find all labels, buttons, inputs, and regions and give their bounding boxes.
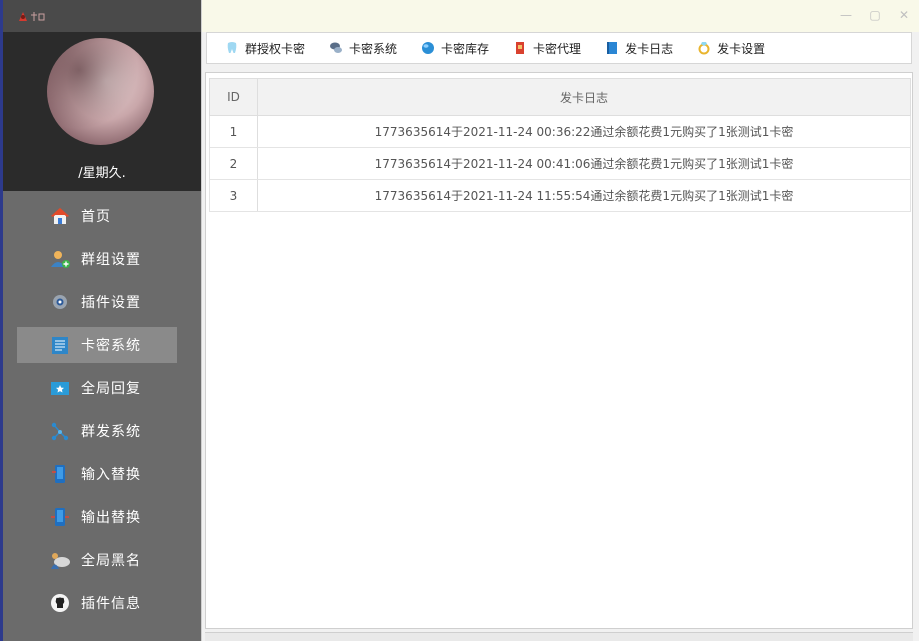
tab-card-stock[interactable]: 卡密库存 <box>415 33 495 63</box>
close-button[interactable]: ✕ <box>897 8 911 22</box>
globe-icon <box>421 41 435 55</box>
sidebar-item-global-reply[interactable]: 全局回复 <box>17 370 177 406</box>
table-header: ID 发卡日志 <box>209 78 911 116</box>
table-row[interactable]: 2 1773635614于2021-11-24 00:41:06通过余额花费1元… <box>209 148 911 180</box>
github-icon <box>49 592 71 614</box>
title-bar: — ▢ ✕ <box>202 0 919 32</box>
cloud-user-icon <box>49 549 71 571</box>
tab-label: 发卡日志 <box>625 41 674 56</box>
sidebar-item-label: 全局回复 <box>81 381 141 397</box>
ring-icon <box>697 41 711 55</box>
group-add-icon <box>49 248 71 270</box>
sidebar-item-group-settings[interactable]: 群组设置 <box>17 241 177 277</box>
tab-group-auth-card[interactable]: 群授权卡密 <box>219 33 311 63</box>
profile-card: /星期久. <box>3 32 201 191</box>
tab-card-log[interactable]: 发卡日志 <box>599 33 679 63</box>
red-card-icon <box>513 41 527 55</box>
sidebar-item-label: 插件信息 <box>81 596 141 612</box>
sidebar-item-plugin-settings[interactable]: 插件设置 <box>17 284 177 320</box>
sidebar-item-card-system[interactable]: 卡密系统 <box>17 327 177 363</box>
sidebar-item-home[interactable]: 首页 <box>17 198 177 234</box>
main-area: — ▢ ✕ 群授权卡密 卡密系统 卡密库存 卡密代理 发卡日志 发卡设置 ID … <box>201 0 919 641</box>
log-table: ID 发卡日志 1 1773635614于2021-11-24 00:36:22… <box>209 78 911 212</box>
sidebar-item-plugin-info[interactable]: 插件信息 <box>17 585 177 621</box>
tooth-icon <box>225 41 239 55</box>
minimize-button[interactable]: — <box>839 8 853 22</box>
share-nodes-icon <box>49 420 71 442</box>
cell-id: 2 <box>210 148 258 179</box>
sidebar-item-output-replace[interactable]: 输出替换 <box>17 499 177 535</box>
cell-log: 1773635614于2021-11-24 00:41:06通过余额花费1元购买… <box>374 157 794 171</box>
sidebar-item-input-replace[interactable]: 输入替换 <box>17 456 177 492</box>
avatar[interactable] <box>47 38 154 145</box>
log-panel: ID 发卡日志 1 1773635614于2021-11-24 00:36:22… <box>205 72 913 629</box>
sidebar-item-broadcast[interactable]: 群发系统 <box>17 413 177 449</box>
username: /星期久. <box>78 166 126 181</box>
cell-log: 1773635614于2021-11-24 11:55:54通过余额花费1元购买… <box>374 189 794 203</box>
sidebar-item-global-blacklist[interactable]: 全局黑名 <box>17 542 177 578</box>
tab-card-agent[interactable]: 卡密代理 <box>507 33 587 63</box>
phone-input-icon <box>49 463 71 485</box>
cell-log: 1773635614于2021-11-24 00:36:22通过余额花费1元购买… <box>374 125 794 139</box>
sidebar-item-label: 全局黑名 <box>81 553 141 569</box>
maximize-button[interactable]: ▢ <box>868 8 882 22</box>
column-header-id[interactable]: ID <box>210 79 258 115</box>
document-icon <box>49 334 71 356</box>
tab-label: 卡密系统 <box>349 41 398 56</box>
gear-icon <box>49 291 71 313</box>
sidebar-item-label: 插件设置 <box>81 295 141 311</box>
tab-label: 群授权卡密 <box>245 41 306 56</box>
sidebar-item-label: 卡密系统 <box>81 338 141 354</box>
sidebar-nav: 首页 群组设置 插件设置 卡密系统 全局回复 群发系统 输入替换 输出替换 全局… <box>17 198 177 628</box>
sidebar: /星期久. 首页 群组设置 插件设置 卡密系统 全局回复 群发系统 输入替换 输… <box>0 0 201 641</box>
sidebar-item-label: 首页 <box>81 209 111 225</box>
sidebar-item-label: 输入替换 <box>81 467 141 483</box>
blue-book-icon <box>605 41 619 55</box>
star-mail-icon <box>49 377 71 399</box>
home-icon <box>49 205 71 227</box>
sidebar-item-label: 群组设置 <box>81 252 141 268</box>
sidebar-header <box>3 0 201 32</box>
app-logo-icon <box>19 12 45 21</box>
sidebar-item-label: 输出替换 <box>81 510 141 526</box>
tab-label: 发卡设置 <box>717 41 766 56</box>
tab-label: 卡密代理 <box>533 41 582 56</box>
column-header-log[interactable]: 发卡日志 <box>258 79 910 115</box>
chat-bubbles-icon <box>329 41 343 55</box>
sidebar-item-label: 群发系统 <box>81 424 141 440</box>
table-row[interactable]: 3 1773635614于2021-11-24 11:55:54通过余额花费1元… <box>209 180 911 212</box>
tab-bar: 群授权卡密 卡密系统 卡密库存 卡密代理 发卡日志 发卡设置 <box>206 32 912 64</box>
cell-id: 3 <box>210 180 258 211</box>
tab-card-settings[interactable]: 发卡设置 <box>691 33 771 63</box>
phone-output-icon <box>49 506 71 528</box>
status-strip <box>205 632 913 641</box>
cell-id: 1 <box>210 116 258 147</box>
tab-card-system[interactable]: 卡密系统 <box>323 33 403 63</box>
tab-label: 卡密库存 <box>441 41 490 56</box>
table-row[interactable]: 1 1773635614于2021-11-24 00:36:22通过余额花费1元… <box>209 116 911 148</box>
